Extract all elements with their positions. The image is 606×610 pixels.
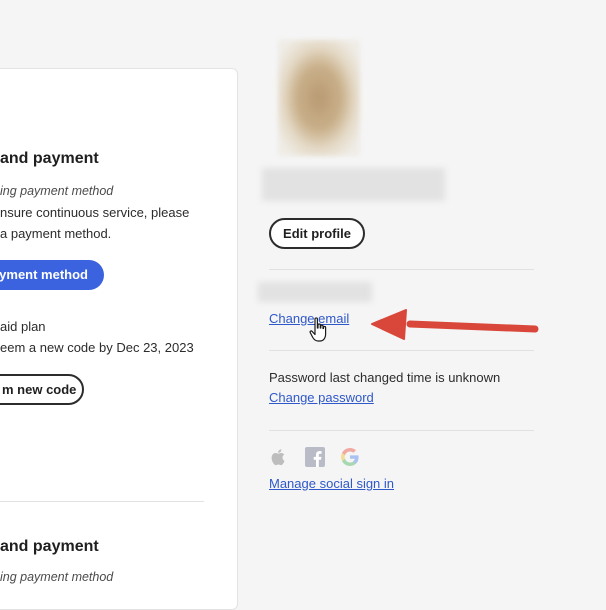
payment-section-title-2: and payment	[0, 538, 99, 555]
facebook-icon	[305, 447, 325, 467]
plan-label: aid plan	[0, 319, 46, 334]
password-status-text: Password last changed time is unknown	[269, 370, 501, 385]
change-password-link[interactable]: Change password	[269, 390, 374, 405]
redeem-deadline-text: eem a new code by Dec 23, 2023	[0, 340, 194, 355]
redeem-new-code-button[interactable]: m new code	[0, 374, 84, 405]
card-divider	[0, 501, 204, 502]
payment-section-title: and payment	[0, 150, 99, 167]
profile-avatar	[278, 40, 360, 156]
profile-divider-1	[269, 269, 534, 270]
profile-divider-3	[269, 430, 534, 431]
edit-profile-button[interactable]: Edit profile	[269, 218, 365, 249]
add-payment-method-button[interactable]: yment method	[0, 260, 104, 290]
google-icon	[341, 448, 359, 466]
hand-cursor-icon	[309, 317, 327, 342]
apple-icon	[271, 449, 285, 466]
profile-name-redacted	[262, 168, 445, 201]
manage-social-sign-in-link[interactable]: Manage social sign in	[269, 476, 394, 491]
profile-divider-2	[269, 350, 534, 351]
service-description-line1: nsure continuous service, please	[0, 205, 190, 220]
annotation-arrow-icon	[371, 309, 539, 340]
email-address-redacted	[258, 282, 372, 302]
payment-method-note-2: ing payment method	[0, 570, 114, 584]
service-description-line2: a payment method.	[0, 226, 112, 241]
payment-method-note: ing payment method	[0, 184, 114, 198]
